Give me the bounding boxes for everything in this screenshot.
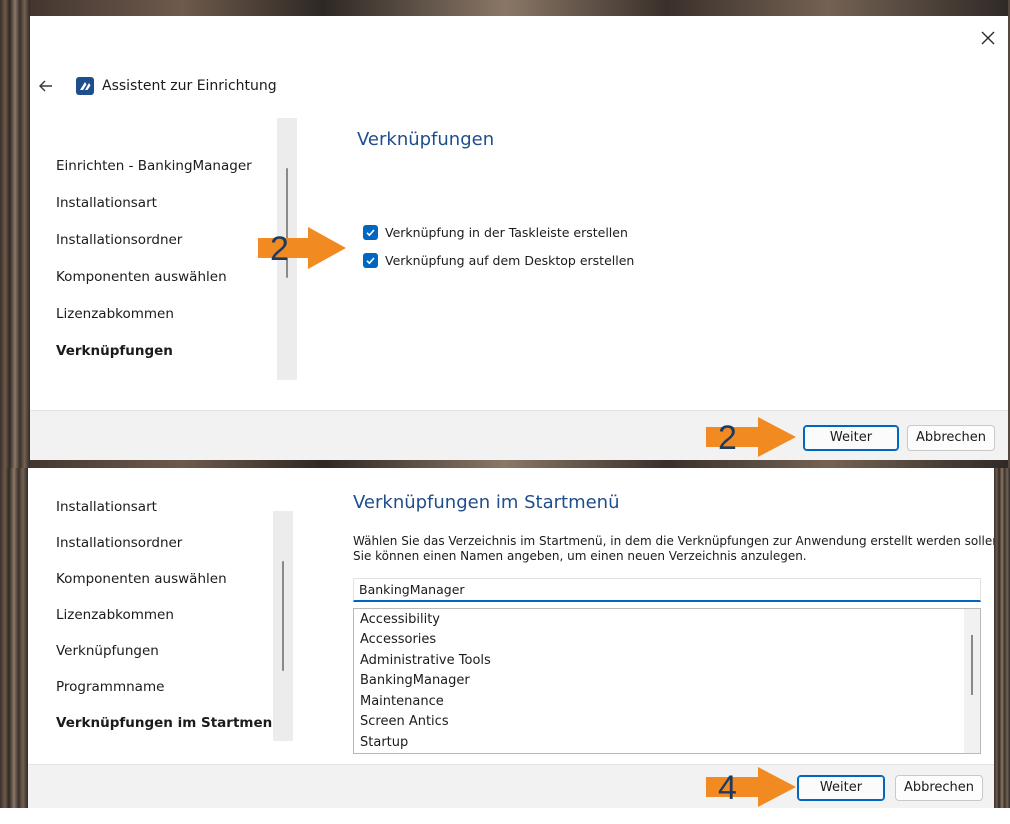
nav-scrollbar[interactable] (273, 511, 293, 741)
desktop-background-left-bottom (0, 468, 28, 808)
nav-item-license: Lizenzabkommen (56, 306, 174, 322)
nav-item-setup: Einrichten - BankingManager (56, 158, 252, 174)
desktop-background-left (0, 0, 30, 470)
wizard-footer: 4 Weiter Abbrechen (28, 764, 994, 808)
list-item[interactable]: Administrative Tools (360, 653, 491, 668)
nav-item-start-menu-shortcuts: Verknüpfungen im Startmenü (56, 715, 282, 731)
list-item[interactable]: Accessories (360, 632, 436, 647)
checkmark-icon (363, 224, 378, 240)
nav-item-shortcuts: Verknüpfungen (56, 643, 159, 659)
nav-item-install-folder: Installationsordner (56, 232, 183, 248)
setup-wizard-window-start-menu: Installationsart Installationsordner Kom… (28, 468, 994, 808)
arrow-left-icon (39, 80, 52, 92)
folder-list-scrollbar-thumb[interactable] (971, 635, 973, 695)
nav-item-install-folder: Installationsordner (56, 535, 183, 551)
app-logo-icon (76, 77, 94, 95)
section-title: Verknüpfungen im Startmenü (353, 492, 620, 513)
list-item[interactable]: BankingManager (360, 673, 470, 688)
desktop-background-middle (0, 460, 1010, 468)
list-item[interactable]: Maintenance (360, 694, 444, 709)
list-item[interactable]: Startup (360, 735, 408, 750)
window-title: Assistent zur Einrichtung (102, 78, 277, 94)
checkbox-taskbar-shortcut[interactable]: Verknüpfung in der Taskleiste erstellen (363, 224, 628, 240)
next-button[interactable]: Weiter (803, 425, 899, 451)
list-item[interactable]: Screen Antics (360, 714, 449, 729)
nav-item-program-name: Programmname (56, 679, 165, 695)
nav-item-install-type: Installationsart (56, 195, 157, 211)
annotation-step-number: 2 (718, 419, 737, 457)
start-menu-folder-list[interactable]: Accessibility Accessories Administrative… (353, 608, 981, 754)
checkbox-label: Verknüpfung auf dem Desktop erstellen (385, 252, 635, 268)
annotation-step-number: 4 (718, 769, 737, 807)
desktop-background-top (0, 0, 1010, 16)
checkbox-label: Verknüpfung in der Taskleiste erstellen (385, 224, 628, 240)
cancel-button[interactable]: Abbrechen (895, 775, 983, 801)
description-line-2: Sie können einen Namen angeben, um einen… (353, 549, 807, 563)
section-title: Verknüpfungen (357, 129, 495, 150)
close-button[interactable] (976, 26, 1000, 50)
list-item[interactable]: Accessibility (360, 612, 440, 627)
start-menu-folder-input[interactable] (353, 578, 981, 602)
cancel-button[interactable]: Abbrechen (907, 425, 995, 451)
nav-item-shortcuts: Verknüpfungen (56, 343, 173, 359)
nav-item-license: Lizenzabkommen (56, 607, 174, 623)
back-button[interactable] (36, 76, 56, 96)
folder-list-scrollbar[interactable] (964, 609, 980, 753)
next-button[interactable]: Weiter (797, 775, 885, 801)
checkmark-icon (363, 252, 378, 268)
desktop-background-right-bottom (994, 468, 1010, 808)
checkbox-desktop-shortcut[interactable]: Verknüpfung auf dem Desktop erstellen (363, 252, 634, 268)
close-icon (981, 31, 995, 45)
description-line-1: Wählen Sie das Verzeichnis im Startmenü,… (353, 534, 994, 548)
wizard-footer: 2 Weiter Abbrechen (30, 410, 1008, 460)
nav-scrollbar-thumb[interactable] (282, 561, 284, 671)
nav-item-components: Komponenten auswählen (56, 269, 227, 285)
annotation-step-number: 2 (270, 230, 289, 268)
setup-wizard-window-shortcuts: Assistent zur Einrichtung Einrichten - B… (30, 18, 1008, 460)
nav-item-components: Komponenten auswählen (56, 571, 227, 587)
nav-item-partial: Installationsart (56, 499, 157, 511)
